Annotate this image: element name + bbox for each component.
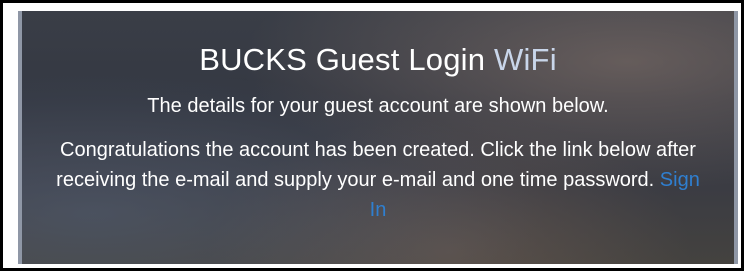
page-title-main: BUCKS Guest Login (199, 42, 486, 77)
confirmation-message: Congratulations the account has been cre… (48, 135, 708, 225)
account-details-subtitle: The details for your guest account are s… (147, 95, 609, 117)
page-title-accent: WiFi (494, 42, 557, 77)
guest-login-panel: BUCKS Guest Login WiFi The details for y… (18, 11, 738, 264)
confirmation-text: Congratulations the account has been cre… (56, 139, 696, 191)
screenshot-frame: BUCKS Guest Login WiFi The details for y… (0, 0, 744, 271)
page-title: BUCKS Guest Login WiFi (22, 11, 734, 79)
